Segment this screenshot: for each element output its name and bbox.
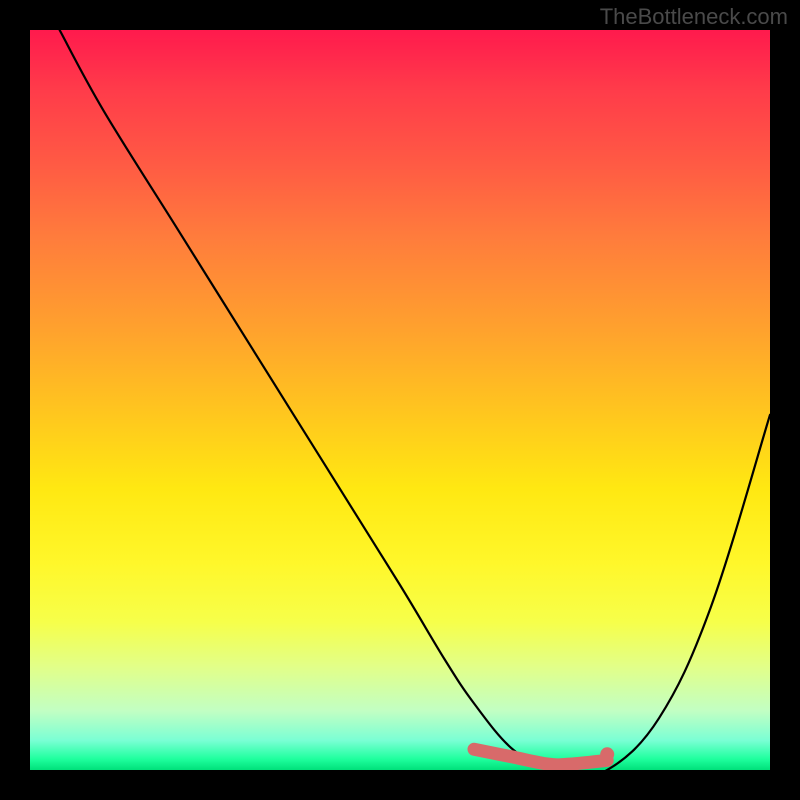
plot-area [30, 30, 770, 770]
watermark-text: TheBottleneck.com [600, 4, 788, 30]
bottleneck-curve [60, 30, 770, 770]
chart-container: TheBottleneck.com [0, 0, 800, 800]
optimal-zone-marker [474, 749, 607, 765]
optimal-zone-end-dot [600, 747, 614, 761]
curve-layer [30, 30, 770, 770]
